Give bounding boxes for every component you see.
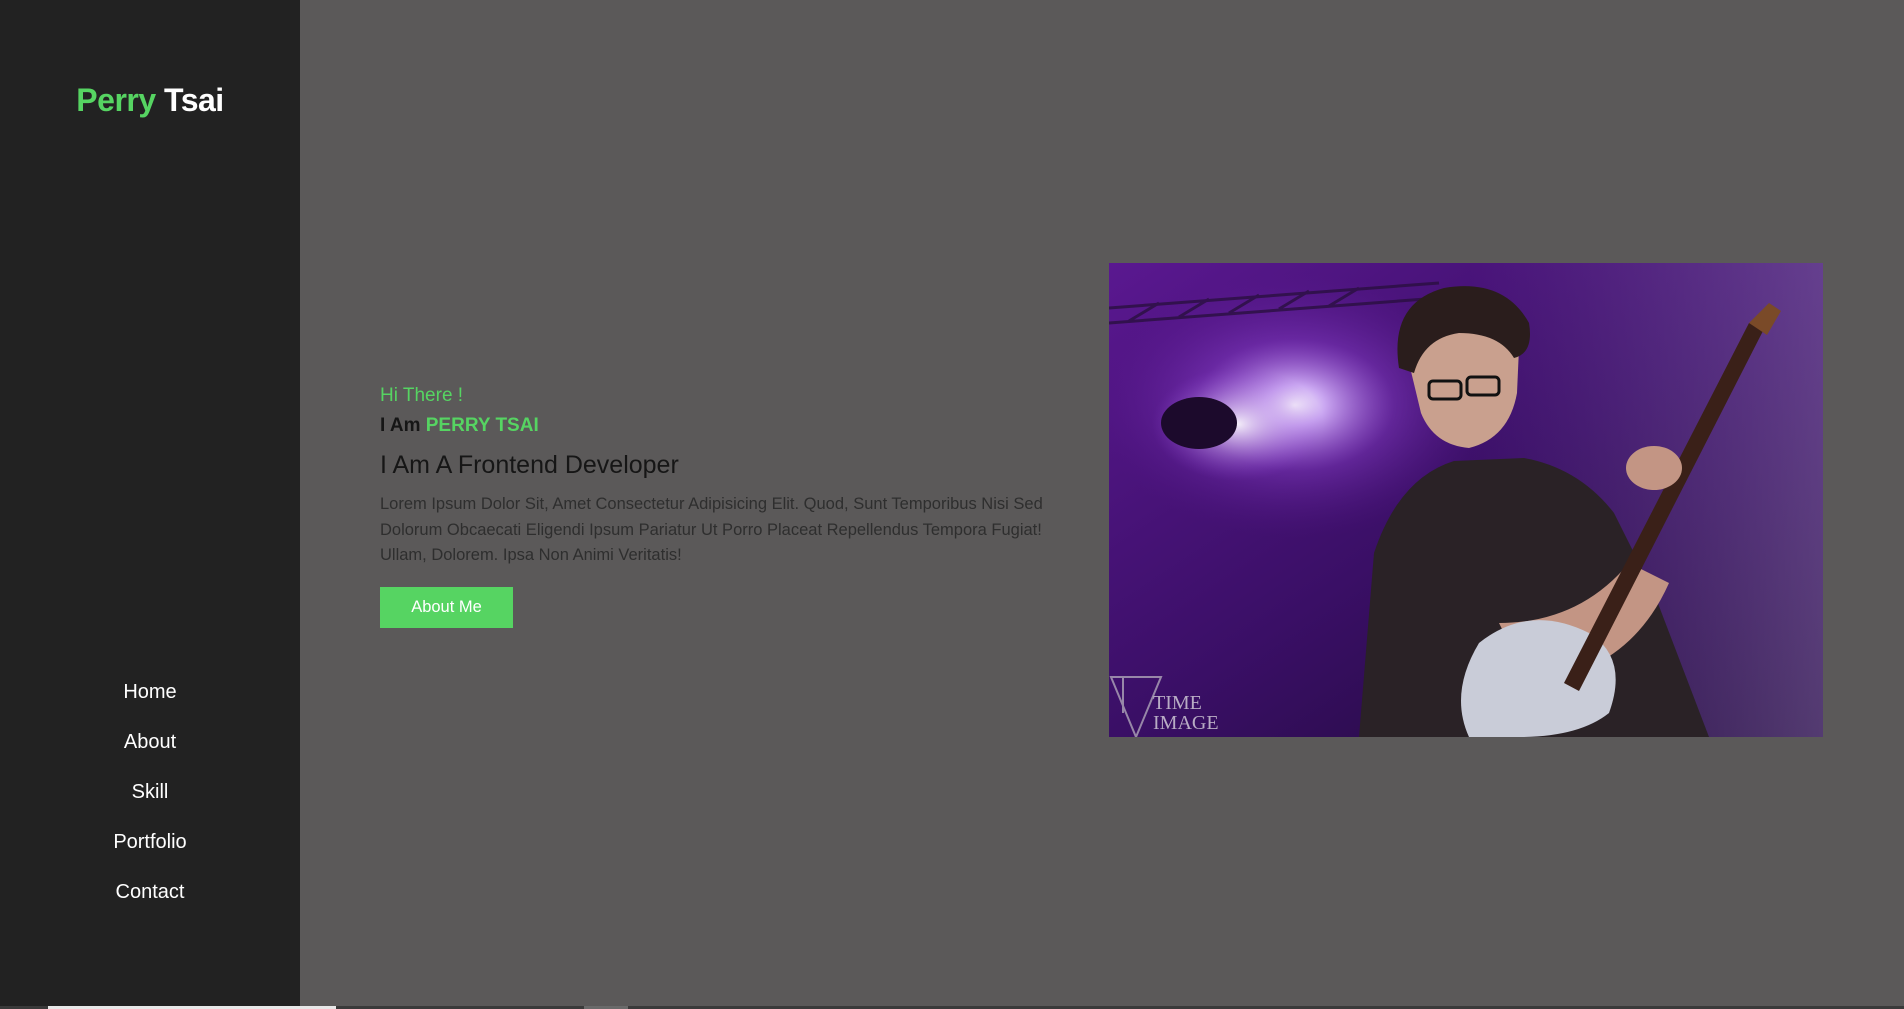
main-nav: Home About Skill Portfolio Contact (0, 676, 300, 926)
nav-item-skill[interactable]: Skill (0, 776, 300, 826)
nav-item-portfolio[interactable]: Portfolio (0, 826, 300, 876)
nav-item-contact[interactable]: Contact (0, 876, 300, 926)
site-logo[interactable]: Perry Tsai (0, 82, 300, 119)
main-content: Hi There ! I Am PERRY TSAI I Am A Fronte… (300, 0, 1904, 1009)
photo-watermark-line1: TIME (1153, 692, 1202, 714)
hero-greeting: Hi There ! (380, 385, 464, 406)
hero-role: I Am A Frontend Developer (380, 451, 679, 479)
hero-description: Lorem Ipsum Dolor Sit, Amet Consectetur … (380, 495, 1043, 564)
logo-last-name: Tsai (164, 82, 224, 118)
nav-item-home[interactable]: Home (0, 676, 300, 726)
sidebar: Perry Tsai Home About Skill Portfolio Co… (0, 0, 300, 1009)
logo-first-name: Perry (76, 82, 156, 118)
hero-iam-prefix: I Am (380, 415, 421, 436)
hero-intro: Hi There ! I Am PERRY TSAI I Am A Fronte… (380, 384, 1080, 628)
photo-watermark-line2: IMAGE (1153, 712, 1219, 734)
nav-item-about[interactable]: About (0, 726, 300, 776)
guitarist-photo-illustration: TIME IMAGE (1109, 263, 1823, 737)
about-me-button[interactable]: About Me (380, 586, 513, 628)
hero-photo: TIME IMAGE (1109, 263, 1823, 737)
hero-name-line: I Am PERRY TSAI (380, 414, 1080, 438)
hero-name: PERRY TSAI (425, 415, 539, 436)
